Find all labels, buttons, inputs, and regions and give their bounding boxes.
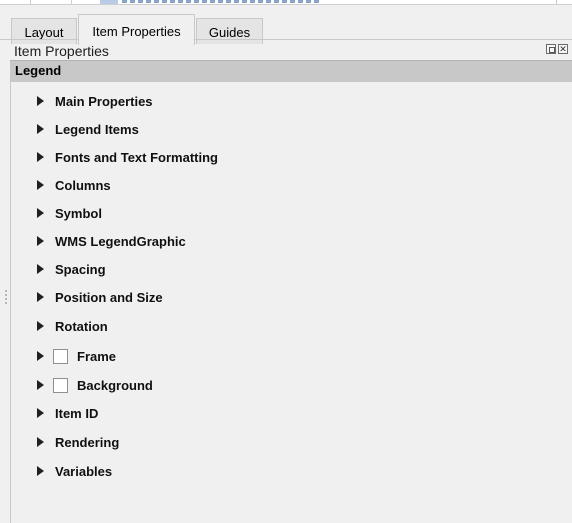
group-label: Rotation <box>55 318 108 334</box>
tab-guides[interactable]: Guides <box>196 18 263 44</box>
expand-arrow-icon[interactable] <box>37 380 44 390</box>
group-main-properties[interactable]: Main Properties <box>37 92 153 110</box>
group-spacing[interactable]: Spacing <box>37 260 106 278</box>
group-label: WMS LegendGraphic <box>55 233 186 249</box>
tab-layout[interactable]: Layout <box>11 18 77 44</box>
group-item-id[interactable]: Item ID <box>37 404 98 422</box>
expand-arrow-icon[interactable] <box>37 351 44 361</box>
group-legend-items[interactable]: Legend Items <box>37 120 139 138</box>
expand-arrow-icon[interactable] <box>37 124 44 134</box>
group-label: Main Properties <box>55 93 153 109</box>
group-columns[interactable]: Columns <box>37 176 111 194</box>
expand-arrow-icon[interactable] <box>37 466 44 476</box>
group-symbol[interactable]: Symbol <box>37 204 102 222</box>
expand-arrow-icon[interactable] <box>37 236 44 246</box>
group-label: Legend Items <box>55 121 139 137</box>
table-cell <box>4 0 31 4</box>
tab-item-properties[interactable]: Item Properties <box>78 14 195 45</box>
group-rendering[interactable]: Rendering <box>37 433 119 451</box>
group-label: Fonts and Text Formatting <box>55 149 218 165</box>
group-wms-legendgraphic[interactable]: WMS LegendGraphic <box>37 232 186 250</box>
frame-checkbox[interactable] <box>53 348 68 364</box>
group-background[interactable]: Background <box>37 376 153 394</box>
table-cell-text-clipped <box>122 0 322 3</box>
expand-arrow-icon[interactable] <box>37 96 44 106</box>
layer-icon <box>100 0 118 4</box>
expand-arrow-icon[interactable] <box>37 208 44 218</box>
tab-bar: Layout Item Properties Guides <box>0 5 572 45</box>
expand-arrow-icon[interactable] <box>37 408 44 418</box>
group-label: Position and Size <box>55 289 163 305</box>
section-header: Legend <box>10 60 572 82</box>
group-label: Frame <box>77 348 117 364</box>
expand-arrow-icon[interactable] <box>37 321 44 331</box>
group-frame[interactable]: Frame <box>37 347 116 365</box>
expand-arrow-icon[interactable] <box>37 264 44 274</box>
background-checkbox[interactable] <box>53 377 68 393</box>
group-label: Background <box>77 377 153 393</box>
table-divider <box>556 0 557 4</box>
group-variables[interactable]: Variables <box>37 462 112 480</box>
close-panel-icon[interactable]: ✕ <box>558 44 568 54</box>
table-cell <box>31 0 72 4</box>
group-label: Item ID <box>55 405 99 421</box>
float-panel-icon[interactable] <box>546 44 556 54</box>
expand-arrow-icon[interactable] <box>37 152 44 162</box>
properties-content: Main Properties Legend Items Fonts and T… <box>10 82 572 523</box>
group-label: Columns <box>55 177 111 193</box>
group-position-and-size[interactable]: Position and Size <box>37 288 163 306</box>
expand-arrow-icon[interactable] <box>37 180 44 190</box>
group-label: Symbol <box>55 205 102 221</box>
expand-arrow-icon[interactable] <box>37 292 44 302</box>
group-fonts-text-formatting[interactable]: Fonts and Text Formatting <box>37 148 218 166</box>
resize-handle[interactable] <box>5 290 7 304</box>
group-label: Spacing <box>55 261 106 277</box>
expand-arrow-icon[interactable] <box>37 437 44 447</box>
group-label: Variables <box>55 463 113 479</box>
section-title: Legend <box>15 63 62 78</box>
group-label: Rendering <box>55 434 120 450</box>
group-rotation[interactable]: Rotation <box>37 317 108 335</box>
